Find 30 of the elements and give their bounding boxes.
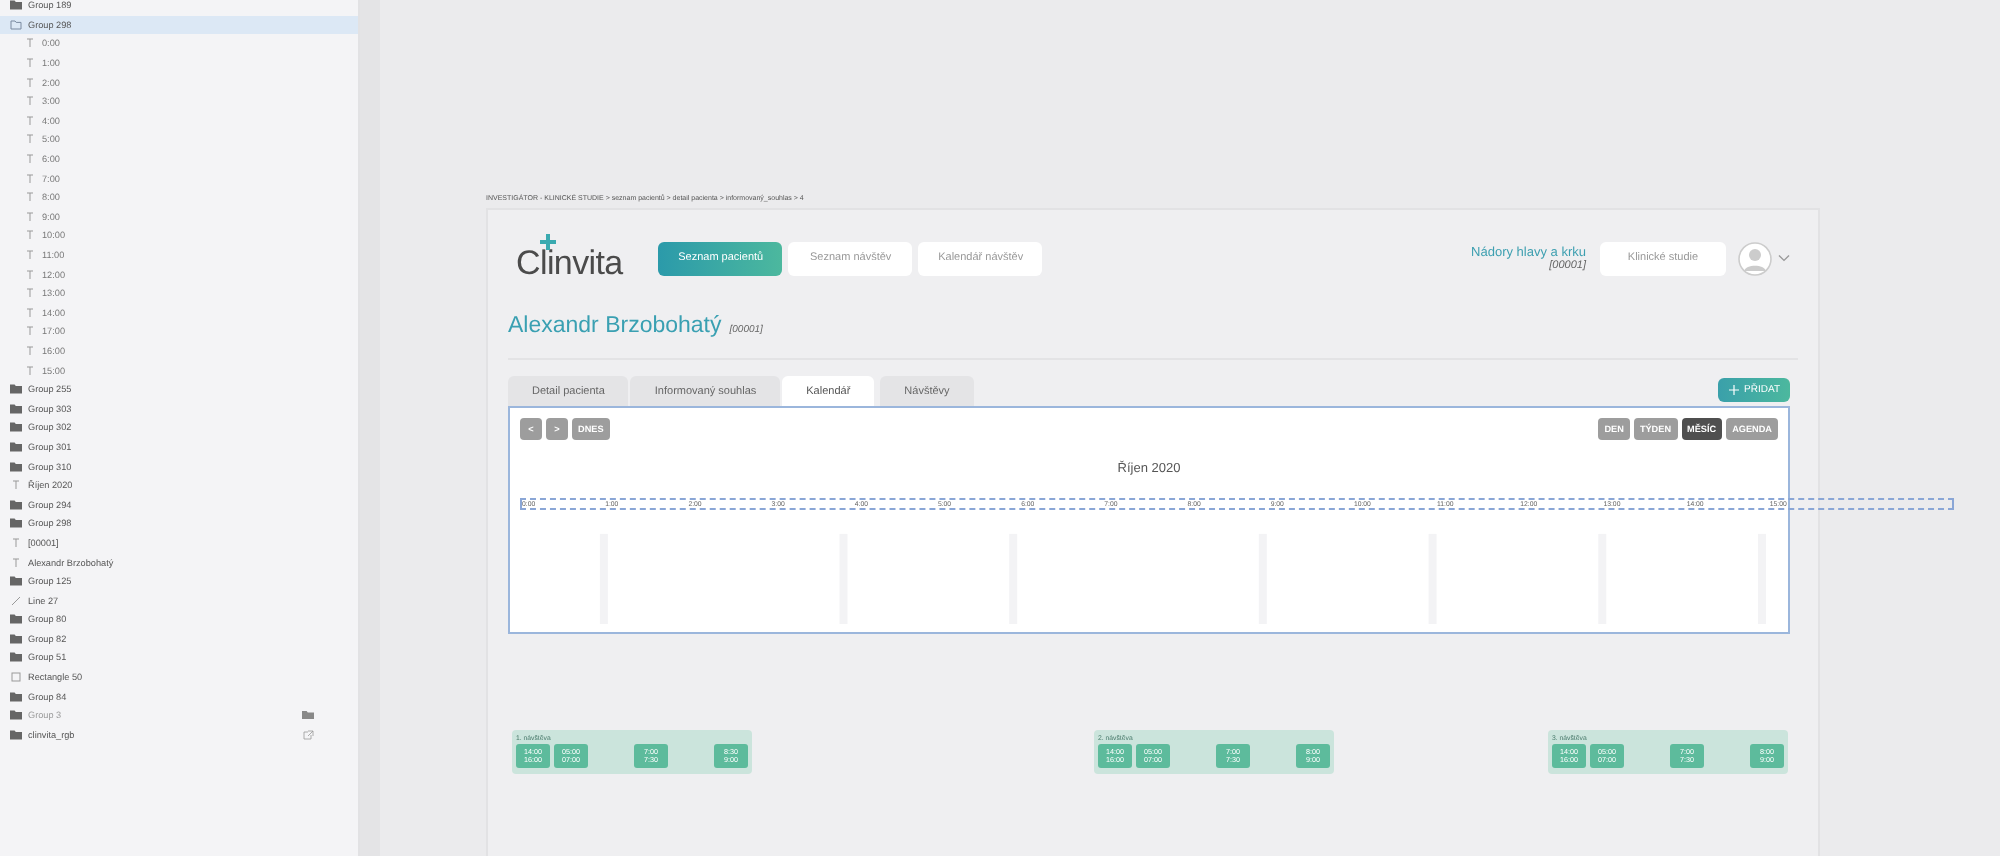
text-layer-icon xyxy=(10,480,22,491)
text-layer-icon xyxy=(10,557,22,568)
line-icon xyxy=(10,595,22,606)
text-layer-icon xyxy=(24,154,36,165)
text-layer-icon xyxy=(24,211,36,222)
text-layer-icon xyxy=(24,250,36,261)
folder-icon xyxy=(10,576,22,587)
text-layer-icon xyxy=(24,269,36,280)
patient-name: Alexandr Brzobohatý xyxy=(508,314,722,338)
text-layer-icon xyxy=(24,38,36,49)
text-layer-icon xyxy=(24,173,36,184)
text-layer-icon xyxy=(24,77,36,88)
text-layer-icon xyxy=(24,58,36,69)
text-layer-icon xyxy=(24,230,36,241)
text-layer-icon xyxy=(10,537,22,548)
text-layer-icon xyxy=(24,345,36,356)
logo: Clinvita xyxy=(516,234,623,282)
text-layer-icon xyxy=(24,365,36,376)
text-layer-icon xyxy=(24,326,36,337)
text-layer-icon xyxy=(24,115,36,126)
external-link-icon[interactable] xyxy=(302,729,314,740)
text-layer-icon xyxy=(24,134,36,145)
caret-icon[interactable] xyxy=(1778,254,1790,262)
text-layer-icon xyxy=(24,96,36,107)
text-layer-icon xyxy=(24,307,36,318)
plus-icon xyxy=(1728,384,1741,396)
avatar-icon[interactable] xyxy=(1738,241,1772,275)
text-layer-icon xyxy=(24,192,36,203)
text-layer-icon xyxy=(24,288,36,299)
rectangle-icon xyxy=(10,672,22,683)
